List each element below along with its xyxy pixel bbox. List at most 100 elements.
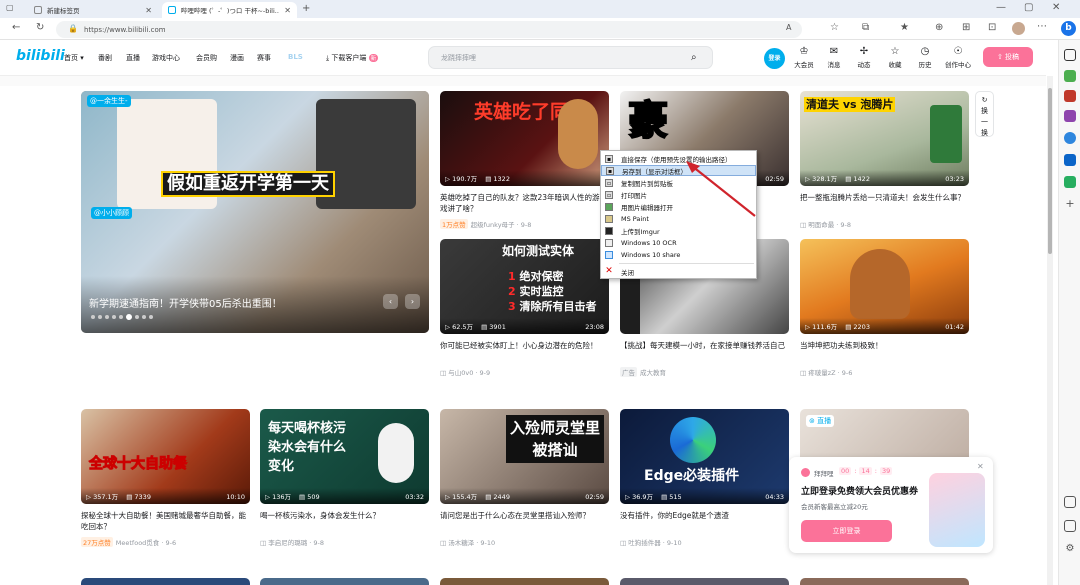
nav-anime[interactable]: 番剧 xyxy=(98,53,112,63)
search-input[interactable]: 龙跷摔摔哩 xyxy=(428,46,713,69)
login-button[interactable]: 登录 xyxy=(764,48,785,69)
video-thumbnail[interactable]: ▷ 111.6万 ▤ 2203 01:42 xyxy=(800,239,969,334)
nav-manga[interactable]: 漫画 xyxy=(230,53,244,63)
toolbox-icon[interactable] xyxy=(1064,90,1076,102)
video-thumbnail[interactable]: 每天喝杯核污染水会有什么变化 ▷ 136万 ▤ 509 03:32 xyxy=(260,409,429,504)
read-aloud-icon[interactable]: A xyxy=(786,24,791,32)
split-icon[interactable]: ⧉ xyxy=(862,23,869,33)
history-button[interactable]: ◷ 历史 xyxy=(913,46,937,69)
carousel-next-icon[interactable]: › xyxy=(405,294,420,309)
search-icon[interactable] xyxy=(1064,49,1076,61)
tab-bilibili[interactable]: 哔哩哔哩 (゜-゜)つロ 干杯~-bili... ✕ xyxy=(162,2,297,18)
video-meta[interactable]: ◫ 与山0v0 · 9-9 xyxy=(440,367,490,377)
video-thumbnail[interactable]: 英雄吃了同伴 ▷ 190.7万 ▤ 1322 xyxy=(440,91,609,186)
carousel-prev-icon[interactable]: ‹ xyxy=(383,294,398,309)
carousel-dots[interactable] xyxy=(91,314,153,320)
nav-live[interactable]: 直播 xyxy=(126,53,140,63)
new-tab-icon[interactable]: + xyxy=(302,4,310,14)
menu-item-close[interactable]: ✕ 关闭 xyxy=(601,266,756,277)
video-title[interactable]: 喝一杯核污染水，身体会发生什么？ xyxy=(260,510,425,521)
search-icon[interactable]: ⌕ xyxy=(691,52,697,63)
video-thumbnail[interactable] xyxy=(81,578,250,585)
video-thumbnail[interactable]: Edge必装插件 ▷ 36.9万 ▤ 515 04:33 xyxy=(620,409,789,504)
minimize-icon[interactable]: — xyxy=(996,3,1006,13)
collections-icon[interactable]: ⊕ xyxy=(935,23,943,33)
banner-caption[interactable]: 新学期速通指南！开学侠带05后杀出重围！ xyxy=(89,295,282,310)
video-meta[interactable]: 1万点赞 超级funky母子 · 9-8 xyxy=(440,219,531,229)
video-title[interactable]: 探秘全球十大自助餐！美国赌城最奢华自助餐，能吃回本？ xyxy=(81,510,246,532)
people-icon[interactable] xyxy=(1064,110,1076,122)
video-meta[interactable]: ◫ 明面命最 · 9-8 xyxy=(800,219,851,229)
creator-button[interactable]: ☉ 创作中心 xyxy=(944,46,972,69)
video-title[interactable]: 当坤坤把功夫练到极致！ xyxy=(800,340,965,351)
bing-icon[interactable]: b xyxy=(1061,21,1076,36)
video-title[interactable]: 【挑战】每天建模一小时，在家接单赚钱养活自己 xyxy=(620,340,785,362)
video-thumbnail[interactable] xyxy=(440,578,609,585)
settings-icon[interactable]: ⚙ xyxy=(1064,543,1076,555)
video-thumbnail[interactable]: 全球十大自助餐 ▷ 357.1万 ▤ 7339 10:10 xyxy=(81,409,250,504)
url-field[interactable]: 🔒 https://www.bilibili.com xyxy=(56,21,802,38)
close-icon[interactable]: ✕ xyxy=(284,6,291,15)
screenshot-icon[interactable]: ⊡ xyxy=(988,23,996,33)
menu-item-share[interactable]: Windows 10 share xyxy=(601,249,756,260)
extensions-icon[interactable]: ⊞ xyxy=(962,23,970,33)
video-title[interactable]: 你可能已经被实体盯上！小心身边潜在的危险！ xyxy=(440,340,605,362)
nav-games[interactable]: 游戏中心 xyxy=(152,53,180,63)
close-window-icon[interactable]: ✕ xyxy=(1052,3,1060,13)
nav-home[interactable]: 首页 ▾ xyxy=(64,53,84,63)
favorite-icon[interactable]: ☆ xyxy=(830,23,839,33)
menu-item-ocr[interactable]: Windows 10 OCR xyxy=(601,237,756,248)
maximize-icon[interactable]: ▢ xyxy=(1024,3,1033,13)
banner-overlay-text: 假如重返开学第一天 xyxy=(161,171,335,197)
close-icon[interactable]: ✕ xyxy=(977,462,984,471)
bilibili-logo[interactable]: bilibili xyxy=(16,48,65,64)
video-title[interactable]: 把一整瓶泡腾片丢给一只清道夫！会发生什么事？ xyxy=(800,192,965,214)
video-title[interactable]: 英雄吃掉了自己的队友？这款23年暗讽人性的游戏讲了啥？ xyxy=(440,192,605,214)
back-icon[interactable]: ← xyxy=(12,23,20,33)
browser-tab-bar: 新建标签页 ✕ 哔哩哔哩 (゜-゜)つロ 干杯~-bili... ✕ + ▢ —… xyxy=(0,0,1080,18)
tab-actions-icon[interactable]: ▢ xyxy=(6,4,14,12)
shopping-icon[interactable] xyxy=(1064,176,1076,188)
video-meta[interactable]: ◫ 汤木糖泽 · 9-10 xyxy=(440,537,495,547)
scrollbar-thumb[interactable] xyxy=(1048,88,1052,254)
tab-new[interactable]: 新建标签页 ✕ xyxy=(28,2,158,18)
video-thumbnail[interactable]: 清道夫 vs 泡腾片 ▷ 328.1万 ▤ 1422 03:23 xyxy=(800,91,969,186)
video-title[interactable]: 没有插件，你的Edge就是个遗渣 xyxy=(620,510,785,521)
avatar[interactable] xyxy=(1012,22,1025,35)
feedback-icon[interactable] xyxy=(1064,520,1076,532)
video-meta[interactable]: 27万点赞 Meetfood觅食 · 9-6 xyxy=(81,537,176,547)
download-client[interactable]: ⤓ 下载客户端 新 xyxy=(326,53,379,63)
refresh-feed-button[interactable]: ↻ 换一换 xyxy=(975,91,994,137)
member-button[interactable]: ♔ 大会员 xyxy=(792,46,816,69)
video-meta[interactable]: ◫ 吐狗插件器 · 9-10 xyxy=(620,537,682,547)
nav-shop[interactable]: 会员购 xyxy=(196,53,217,63)
dynamic-button[interactable]: ✢ 动态 xyxy=(852,46,876,69)
upload-button[interactable]: ⇧ 投稿 xyxy=(983,47,1033,67)
video-title[interactable]: 请问您是出于什么心态在灵堂里搭讪入殓师？ xyxy=(440,510,605,532)
add-icon[interactable]: + xyxy=(1064,198,1076,210)
favorites-button[interactable]: ☆ 收藏 xyxy=(883,46,907,69)
video-thumbnail[interactable] xyxy=(800,578,969,585)
video-meta[interactable]: 广告 成大教育 xyxy=(620,367,666,377)
banner-carousel[interactable]: @一余生生- @小小顾顾 假如重返开学第一天 新学期速通指南！开学侠带05后杀出… xyxy=(81,91,429,333)
promo-login-button[interactable]: 立即登录 xyxy=(801,520,892,542)
video-thumbnail[interactable] xyxy=(620,578,789,585)
video-meta[interactable]: ◫ 疼啵量zZ · 9-6 xyxy=(800,367,852,377)
nav-esports[interactable]: 赛事 xyxy=(257,53,271,63)
message-button[interactable]: ✉ 消息 xyxy=(822,46,846,69)
video-thumbnail[interactable]: 入殓师灵堂里被搭讪 ▷ 155.4万 ▤ 2449 02:59 xyxy=(440,409,609,504)
bls-logo[interactable]: BLS xyxy=(288,53,303,61)
office-icon[interactable] xyxy=(1064,132,1076,144)
more-icon[interactable]: ⋯ xyxy=(1037,22,1047,32)
video-meta[interactable]: ◫ 李启尼的璐璐 · 9-8 xyxy=(260,537,324,547)
outlook-icon[interactable] xyxy=(1064,154,1076,166)
tag-icon[interactable] xyxy=(1064,70,1076,82)
favorites-icon[interactable]: ★ xyxy=(900,23,909,33)
refresh-icon[interactable]: ↻ xyxy=(36,23,44,33)
scrollbar[interactable] xyxy=(1047,76,1053,585)
video-thumbnail[interactable] xyxy=(260,578,429,585)
video-thumbnail[interactable]: 如何测试实体 1 绝对保密 2 实时监控 3 清除所有目击者 ▷ 62.5万 ▤ … xyxy=(440,239,609,334)
sidebar-layout-icon[interactable] xyxy=(1064,496,1076,508)
close-icon[interactable]: ✕ xyxy=(145,6,152,15)
menu-item-imgur[interactable]: 上传到Imgur xyxy=(601,225,756,236)
